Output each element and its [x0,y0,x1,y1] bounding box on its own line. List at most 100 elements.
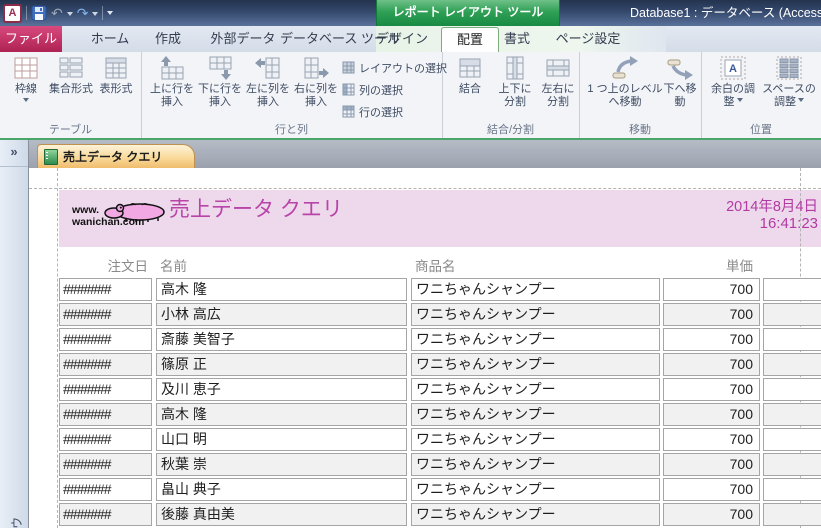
select-column-button[interactable]: 列の選択 [342,80,452,99]
cell-price[interactable]: 700 [663,353,760,376]
cell-product[interactable]: ワニちゃんシャンプー [411,478,660,501]
cell-product[interactable]: ワニちゃんシャンプー [411,303,660,326]
column-header-name[interactable]: 名前 [160,255,187,275]
cell-name[interactable]: 斎藤 美智子 [156,328,407,351]
cell-price[interactable]: 700 [663,278,760,301]
merge-button[interactable]: 結合 [450,55,490,96]
cell-name[interactable]: 小林 高広 [156,303,407,326]
cell-name[interactable]: 高木 隆 [156,403,407,426]
move-up-level-button[interactable]: 1 つ上のレベルへ移動 [585,55,665,108]
redo-caret-icon[interactable] [92,11,99,19]
access-app-icon[interactable]: A [3,3,22,23]
split-vertical-button[interactable]: 上下に分割 [494,55,536,108]
cell-product[interactable]: ワニちゃんシャンプー [411,378,660,401]
cell-price[interactable]: 700 [663,303,760,326]
space-adjust-button[interactable]: スペースの調整 [761,55,817,108]
tab-external-data[interactable]: 外部データ [210,26,275,52]
select-row-button[interactable]: 行の選択 [342,102,452,121]
cell-order-date[interactable]: ####### [59,378,152,401]
insert-column-right-button[interactable]: 右に列を挿入 [293,55,339,108]
tab-file[interactable]: ファイル [0,26,62,52]
cell-name[interactable]: 篠原 正 [156,353,407,376]
cell-extra[interactable] [763,478,821,501]
tab-page-setup[interactable]: ページ設定 [556,26,621,52]
cell-order-date[interactable]: ####### [59,403,152,426]
cell-product[interactable]: ワニちゃんシャンプー [411,328,660,351]
save-icon[interactable] [31,5,47,21]
cell-product[interactable]: ワニちゃんシャンプー [411,403,660,426]
cell-price[interactable]: 700 [663,403,760,426]
cell-order-date[interactable]: ####### [59,353,152,376]
cell-name[interactable]: 高木 隆 [156,278,407,301]
cell-price[interactable]: 700 [663,453,760,476]
cell-extra[interactable] [763,328,821,351]
cell-order-date[interactable]: ####### [59,428,152,451]
access-window: A ↶ ↷ レポート レイアウト ツール Database1 : データベース … [0,0,821,528]
cell-name[interactable]: 及川 恵子 [156,378,407,401]
cell-price[interactable]: 700 [663,478,760,501]
cell-product[interactable]: ワニちゃんシャンプー [411,428,660,451]
column-header-product[interactable]: 商品名 [415,255,456,275]
tabular-layout-button[interactable]: 表形式 [95,55,137,96]
svg-text:A: A [729,63,737,75]
insert-row-above-button[interactable]: 上に行を挿入 [149,55,195,108]
cell-product[interactable]: ワニちゃんシャンプー [411,503,660,526]
expand-nav-pane-button[interactable]: » [0,144,28,167]
navigation-pane-collapsed[interactable]: » ナビゲーション ウィンドウ [0,140,29,528]
document-tab-sales-query[interactable]: 売上データ クエリ [37,144,195,168]
cell-name[interactable]: 後藤 真由美 [156,503,407,526]
move-down-button[interactable]: 下へ移動 [661,55,699,108]
cell-product[interactable]: ワニちゃんシャンプー [411,453,660,476]
undo-caret-icon[interactable] [66,11,73,19]
redo-icon[interactable]: ↷ [77,5,89,21]
nav-pane-vertical-label[interactable]: ナビゲーション ウィンドウ [8,517,25,528]
group-label-position: 位置 [750,124,772,136]
cell-extra[interactable] [763,278,821,301]
report-time[interactable]: 16:41:23 [760,215,818,232]
cell-price[interactable]: 700 [663,378,760,401]
cell-order-date[interactable]: ####### [59,303,152,326]
report-date[interactable]: 2014年8月4日 [726,195,818,216]
column-header-order-date[interactable]: 注文日 [59,255,149,275]
cell-extra[interactable] [763,353,821,376]
margin-adjust-button[interactable]: A 余白の調整 [707,55,759,108]
cell-product[interactable]: ワニちゃんシャンプー [411,278,660,301]
cell-name[interactable]: 秋葉 崇 [156,453,407,476]
column-header-price[interactable]: 単価 [629,255,753,275]
tab-format[interactable]: 書式 [504,26,530,52]
tab-create[interactable]: 作成 [155,26,181,52]
report-icon [44,148,58,165]
cell-name[interactable]: 畠山 典子 [156,478,407,501]
split-horizontal-button[interactable]: 左右に分割 [537,55,579,108]
cell-extra[interactable] [763,378,821,401]
cell-extra[interactable] [763,428,821,451]
cell-order-date[interactable]: ####### [59,478,152,501]
button-label: 集合形式 [49,83,93,95]
cell-product[interactable]: ワニちゃんシャンプー [411,353,660,376]
cell-name[interactable]: 山口 明 [156,428,407,451]
logo[interactable]: www. wanichan.com [72,203,165,228]
customize-qat-icon[interactable] [107,10,114,18]
cell-order-date[interactable]: ####### [59,503,152,526]
tab-arrange-active[interactable]: 配置 [441,27,499,53]
cell-order-date[interactable]: ####### [59,328,152,351]
cell-extra[interactable] [763,403,821,426]
gridlines-button[interactable]: 枠線 [4,55,48,105]
select-layout-button[interactable]: レイアウトの選択 [342,58,452,77]
cell-extra[interactable] [763,503,821,526]
undo-icon[interactable]: ↶ [51,5,63,21]
insert-row-below-button[interactable]: 下に行を挿入 [197,55,243,108]
report-title[interactable]: 売上データ クエリ [169,193,343,223]
cell-price[interactable]: 700 [663,428,760,451]
space-adjust-icon [776,56,802,80]
insert-column-left-button[interactable]: 左に列を挿入 [245,55,291,108]
cell-extra[interactable] [763,303,821,326]
tab-home[interactable]: ホーム [91,26,130,52]
cell-order-date[interactable]: ####### [59,278,152,301]
tab-design[interactable]: デザイン [376,26,428,52]
cell-extra[interactable] [763,453,821,476]
cell-price[interactable]: 700 [663,503,760,526]
cell-order-date[interactable]: ####### [59,453,152,476]
cell-price[interactable]: 700 [663,328,760,351]
stacked-layout-button[interactable]: 集合形式 [48,55,94,96]
